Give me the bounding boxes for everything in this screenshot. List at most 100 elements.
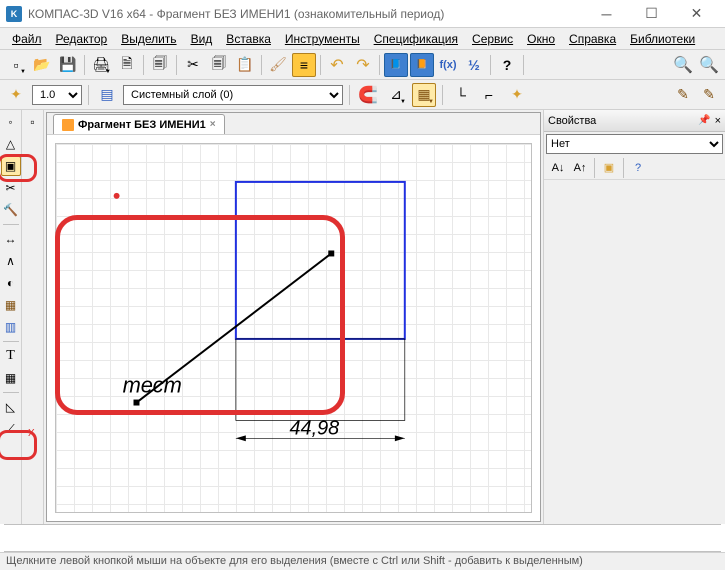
menu-bar: Файл Редактор Выделить Вид Вставка Инстр… bbox=[0, 28, 725, 50]
close-panel-button[interactable]: × bbox=[715, 115, 721, 127]
blue-rectangle bbox=[236, 182, 405, 339]
properties-header: Свойства 📌 × bbox=[544, 110, 725, 132]
dim-button[interactable]: ⊿▼ bbox=[384, 83, 408, 107]
magnet-button[interactable]: 🧲 bbox=[356, 83, 380, 107]
x-axis-marker: X bbox=[28, 428, 35, 439]
prop-btn-3[interactable]: ▣ bbox=[599, 158, 619, 178]
dimension-text: 44,98 bbox=[290, 417, 340, 439]
zoom-in-button[interactable]: 🔍 bbox=[671, 53, 695, 77]
prop-help-button[interactable]: ? bbox=[628, 158, 648, 178]
properties-toolbar: A↓ A↑ ▣ ? bbox=[544, 156, 725, 180]
doc-button[interactable]: 🗐 bbox=[148, 53, 172, 77]
lb1-dimension-icon[interactable]: ▣ bbox=[1, 156, 21, 176]
lb2-icon-1[interactable]: ▫ bbox=[23, 112, 43, 132]
body-area: ◦ △ ▣ ✂ 🔨 ↔ ∧ ◐ ▦ ▥ T ▦ ◺ ⟋ ▫ X bbox=[0, 110, 725, 524]
line-handle-1[interactable] bbox=[134, 400, 140, 406]
undo-button[interactable]: ↶ bbox=[325, 53, 349, 77]
layers-button[interactable]: ▤ bbox=[95, 83, 119, 107]
lb1-hatch-icon[interactable]: ▦ bbox=[1, 295, 21, 315]
lb1-circle-icon[interactable]: ◐ bbox=[1, 273, 21, 293]
lb1-text-icon[interactable]: T bbox=[1, 346, 21, 366]
properties-button[interactable]: ≡ bbox=[292, 53, 316, 77]
pen1-button[interactable]: ✎ bbox=[671, 83, 695, 107]
document-icon bbox=[62, 119, 74, 131]
menu-window[interactable]: Окно bbox=[521, 30, 561, 48]
lb1-line-icon[interactable]: ⟋ bbox=[1, 419, 21, 439]
menu-tools[interactable]: Инструменты bbox=[279, 30, 366, 48]
layer-select[interactable]: Системный слой (0) bbox=[123, 85, 343, 105]
snap-style-button[interactable]: ✦ bbox=[4, 83, 28, 107]
document-tabs: Фрагмент БЕЗ ИМЕНИ1 × bbox=[47, 113, 540, 135]
menu-spec[interactable]: Спецификация bbox=[368, 30, 464, 48]
properties-title: Свойства bbox=[548, 115, 596, 127]
status-bar: Щелкните левой кнопкой мыши на объекте д… bbox=[0, 552, 725, 570]
ortho-button[interactable]: ⌐ bbox=[477, 83, 501, 107]
copy-button[interactable]: 🗐 bbox=[207, 53, 231, 77]
new-file-button[interactable]: ▫▼ bbox=[4, 53, 28, 77]
menu-insert[interactable]: Вставка bbox=[220, 30, 277, 48]
status-text: Щелкните левой кнопкой мыши на объекте д… bbox=[6, 555, 583, 567]
coord-button[interactable]: └ bbox=[449, 83, 473, 107]
grid-button[interactable]: ▦▼ bbox=[412, 83, 436, 107]
drawing-canvas[interactable]: тест 44,98 bbox=[47, 135, 540, 521]
red-dot bbox=[114, 193, 120, 199]
star-button[interactable]: ✦ bbox=[505, 83, 529, 107]
lb1-arrow-icon[interactable]: ↔ bbox=[1, 229, 21, 249]
cut-button[interactable]: ✂ bbox=[181, 53, 205, 77]
properties-select[interactable]: Нет bbox=[546, 134, 723, 154]
save-button[interactable]: 💾 bbox=[56, 53, 80, 77]
menu-file[interactable]: Файл bbox=[6, 30, 48, 48]
lb1-angle-icon[interactable]: ∧ bbox=[1, 251, 21, 271]
minimize-button[interactable]: ─ bbox=[584, 0, 629, 28]
document-tab[interactable]: Фрагмент БЕЗ ИМЕНИ1 × bbox=[53, 114, 225, 134]
zoom-out-button[interactable]: 🔍 bbox=[697, 53, 721, 77]
lb1-table-icon[interactable]: ▥ bbox=[1, 317, 21, 337]
sort-asc-button[interactable]: A↓ bbox=[548, 158, 568, 178]
thin-rectangle bbox=[236, 339, 405, 420]
lb1-triangle-icon[interactable]: ◺ bbox=[1, 397, 21, 417]
text-label: тест bbox=[123, 373, 182, 398]
fx-button[interactable]: f(x) bbox=[436, 53, 460, 77]
main-toolbar: ▫▼ 📂 💾 🖨▼ 🗎 🗐 ✂ 🗐 📋 🖌 ≡ ↶ ↷ 📘 📙 f(x) ½ ?… bbox=[0, 50, 725, 80]
paste-button[interactable]: 📋 bbox=[233, 53, 257, 77]
line-width-select[interactable]: 1.0 bbox=[32, 85, 82, 105]
lb1-hammer-icon[interactable]: 🔨 bbox=[1, 200, 21, 220]
help-button[interactable]: ? bbox=[495, 53, 519, 77]
print-button[interactable]: 🖨▼ bbox=[89, 53, 113, 77]
second-toolbar: ✦ 1.0 ▤ Системный слой (0) 🧲 ⊿▼ ▦▼ └ ⌐ ✦… bbox=[0, 80, 725, 110]
lb1-edit-icon[interactable]: △ bbox=[1, 134, 21, 154]
sort-desc-button[interactable]: A↑ bbox=[570, 158, 590, 178]
properties-panel: Свойства 📌 × Нет A↓ A↑ ▣ ? bbox=[543, 110, 725, 524]
brush-button[interactable]: 🖌 bbox=[266, 53, 290, 77]
close-button[interactable]: ✕ bbox=[674, 0, 719, 28]
tab-label: Фрагмент БЕЗ ИМЕНИ1 bbox=[78, 119, 206, 131]
menu-libs[interactable]: Библиотеки bbox=[624, 30, 701, 48]
lb1-cut-icon[interactable]: ✂ bbox=[1, 178, 21, 198]
properties-body bbox=[544, 180, 725, 524]
app-icon: K bbox=[6, 6, 22, 22]
open-button[interactable]: 📂 bbox=[30, 53, 54, 77]
dim-arrow-right bbox=[395, 435, 405, 441]
lb1-grid-icon[interactable]: ▦ bbox=[1, 368, 21, 388]
bottom-panel bbox=[4, 524, 721, 552]
line-handle-2[interactable] bbox=[328, 250, 334, 256]
pen2-button[interactable]: ✎ bbox=[697, 83, 721, 107]
menu-editor[interactable]: Редактор bbox=[50, 30, 114, 48]
variables-button[interactable]: ½ bbox=[462, 53, 486, 77]
blue-tool-1[interactable]: 📘 bbox=[384, 53, 408, 77]
canvas-container: Фрагмент БЕЗ ИМЕНИ1 × bbox=[46, 112, 541, 522]
redo-button[interactable]: ↷ bbox=[351, 53, 375, 77]
pin-button[interactable]: 📌 bbox=[698, 115, 710, 126]
preview-button[interactable]: 🗎 bbox=[115, 53, 139, 77]
window-title: КОМПАС-3D V16 x64 - Фрагмент БЕЗ ИМЕНИ1 … bbox=[28, 7, 584, 21]
menu-service[interactable]: Сервис bbox=[466, 30, 519, 48]
menu-view[interactable]: Вид bbox=[185, 30, 219, 48]
maximize-button[interactable]: ☐ bbox=[629, 0, 674, 28]
left-toolbar-2: ▫ X bbox=[22, 110, 44, 524]
dim-arrow-left bbox=[236, 435, 246, 441]
menu-select[interactable]: Выделить bbox=[115, 30, 182, 48]
lb1-geometry-icon[interactable]: ◦ bbox=[1, 112, 21, 132]
menu-help[interactable]: Справка bbox=[563, 30, 622, 48]
blue-tool-2[interactable]: 📙 bbox=[410, 53, 434, 77]
tab-close-button[interactable]: × bbox=[210, 119, 216, 130]
